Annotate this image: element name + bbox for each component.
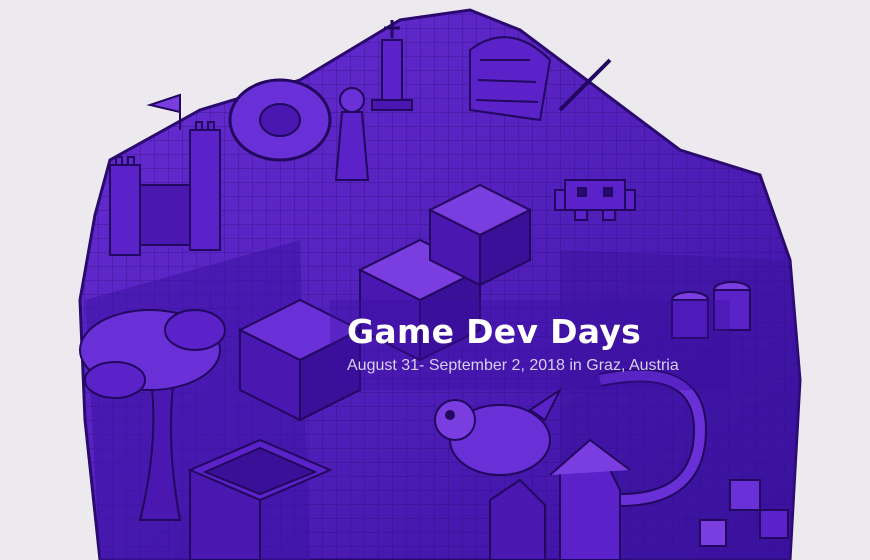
- event-title: Game Dev Days: [347, 312, 642, 351]
- event-date-location: August 31- September 2, 2018 in Graz, Au…: [347, 357, 679, 374]
- isometric-game-world-illustration: [78, 8, 802, 560]
- chess-pawn-icon: [334, 87, 370, 181]
- hero-banner: Game Dev Days August 31- September 2, 20…: [0, 0, 870, 560]
- hero-text-block: Game Dev Days August 31- September 2, 20…: [347, 312, 679, 376]
